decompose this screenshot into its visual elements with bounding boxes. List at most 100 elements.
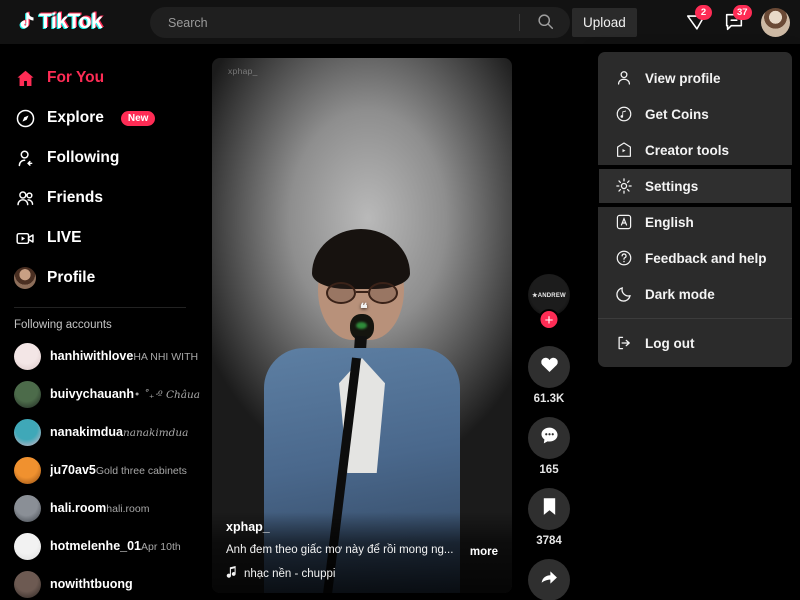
creator-tools-icon xyxy=(614,141,633,160)
sidebar-label-for-you: For You xyxy=(47,69,105,86)
sidebar-label-following: Following xyxy=(47,149,120,166)
account-avatar xyxy=(14,418,41,446)
sidebar-item-live[interactable]: LIVE xyxy=(0,218,200,258)
account-name: ju70av5 xyxy=(50,463,96,477)
sidebar-label-explore: Explore xyxy=(47,109,104,126)
avatar[interactable] xyxy=(761,7,790,37)
profile-avatar-icon xyxy=(14,267,36,289)
upload-button[interactable]: Upload xyxy=(572,8,637,37)
favorite-action: 3784 xyxy=(525,488,573,547)
inbox-button[interactable]: 2 xyxy=(685,5,712,33)
menu-item-english[interactable]: English xyxy=(598,204,792,240)
menu-item-feedback-and-help[interactable]: Feedback and help xyxy=(598,240,792,276)
live-video-icon xyxy=(14,227,36,249)
logo-text: TikTok xyxy=(38,9,104,34)
account-name: hotmelenhe_01 xyxy=(50,539,142,553)
music-title: nhạc nền - chuppi xyxy=(244,567,336,580)
menu-item-label: Creator tools xyxy=(645,142,730,158)
home-icon xyxy=(14,67,36,89)
account-name: nowithtbuong xyxy=(50,577,133,591)
search-icon xyxy=(537,13,554,33)
video-player[interactable]: xphap_ ❝ xphap_ Anh đem theo giấc mơ này… xyxy=(212,58,512,593)
video-feed: xphap_ ❝ xphap_ Anh đem theo giấc mơ này… xyxy=(212,58,512,593)
account-name: nanakimdua xyxy=(50,425,123,439)
creator-avatar-text: ★ANDREW xyxy=(532,292,566,299)
video-author[interactable]: xphap_ xyxy=(226,520,498,534)
message-icon xyxy=(723,13,745,37)
menu-item-log-out[interactable]: Log out xyxy=(598,325,792,361)
menu-item-label: Dark mode xyxy=(645,286,715,302)
sidebar: For You Explore New Following Friends LI… xyxy=(0,44,200,600)
language-icon xyxy=(614,213,633,232)
following-account-item[interactable]: hanhiwithloveHA NHI WITH LOVE xyxy=(0,337,200,375)
menu-item-label: Get Coins xyxy=(645,106,709,122)
account-name: hanhiwithlove xyxy=(50,349,134,363)
following-account-item[interactable]: buivychauanh•⁠ ⁠˚⁠₊⁠‧⁠º Châuanh xyxy=(0,375,200,413)
following-account-item[interactable]: nowithtbuong xyxy=(0,565,200,600)
sidebar-item-for-you[interactable]: For You xyxy=(0,58,200,98)
comment-action: 165 xyxy=(525,417,573,476)
share-button[interactable] xyxy=(528,559,570,600)
account-avatar xyxy=(14,532,41,560)
follow-button[interactable]: + xyxy=(538,309,560,330)
creator-avatar-wrap: ★ANDREW + xyxy=(528,274,570,330)
menu-item-label: English xyxy=(645,214,694,230)
account-subtitle: •⁠ ⁠˚⁠₊⁠‧⁠º Châuanh xyxy=(134,389,200,401)
inbox-badge: 2 xyxy=(695,5,712,20)
menu-item-label: View profile xyxy=(645,70,721,86)
paper-plane-icon xyxy=(685,15,707,37)
gear-icon xyxy=(614,177,633,196)
video-music[interactable]: nhạc nền - chuppi xyxy=(226,566,498,581)
like-button[interactable] xyxy=(528,346,570,388)
friends-icon xyxy=(14,187,36,209)
menu-item-dark-mode[interactable]: Dark mode xyxy=(598,276,792,312)
following-account-item[interactable]: nanakimduananakimdua xyxy=(0,413,200,451)
sidebar-item-explore[interactable]: Explore New xyxy=(0,98,200,138)
share-arrow-icon xyxy=(539,567,560,593)
menu-item-label: Log out xyxy=(645,335,695,351)
share-action: 1208 xyxy=(525,559,573,600)
search-button[interactable] xyxy=(520,7,570,38)
account-subtitle: HA NHI WITH LOVE xyxy=(133,351,200,363)
sidebar-item-profile[interactable]: Profile xyxy=(0,258,200,298)
video-caption-area: xphap_ Anh đem theo giấc mơ này để rồi m… xyxy=(212,512,512,593)
person-icon xyxy=(614,69,633,88)
menu-divider xyxy=(598,318,792,319)
following-accounts-list: hanhiwithloveHA NHI WITH LOVEbuivychauan… xyxy=(0,337,200,600)
following-account-item[interactable]: hotmelenhe_01Apr 10th xyxy=(0,527,200,565)
comment-button[interactable] xyxy=(528,417,570,459)
sidebar-label-friends: Friends xyxy=(47,189,103,206)
user-follow-icon xyxy=(14,147,36,169)
menu-item-get-coins[interactable]: Get Coins xyxy=(598,96,792,132)
compass-icon xyxy=(14,107,36,129)
account-avatar xyxy=(14,456,41,484)
question-circle-icon xyxy=(614,249,633,268)
search-input[interactable] xyxy=(150,15,519,30)
menu-item-creator-tools[interactable]: Creator tools xyxy=(598,132,792,168)
sidebar-item-following[interactable]: Following xyxy=(0,138,200,178)
search-bar[interactable] xyxy=(150,7,570,38)
following-account-item[interactable]: ju70av5Gold three cabinets xyxy=(0,451,200,489)
account-subtitle: Gold three cabinets xyxy=(95,465,187,477)
quote-overlay-icon: ❝ xyxy=(360,301,367,317)
following-account-item[interactable]: hali.roomhali.room xyxy=(0,489,200,527)
header-icon-group: 2 37 xyxy=(685,0,790,44)
tiktok-logo[interactable]: TikTok xyxy=(14,9,126,35)
profile-dropdown-menu: View profile Get Coins Creator tools Settin… xyxy=(595,52,795,367)
messages-button[interactable]: 37 xyxy=(723,5,752,33)
music-note-icon xyxy=(226,566,237,581)
account-avatar xyxy=(14,570,41,598)
favorite-button[interactable] xyxy=(528,488,570,530)
sidebar-item-friends[interactable]: Friends xyxy=(0,178,200,218)
menu-item-settings[interactable]: Settings xyxy=(595,165,795,207)
like-action: 61.3K xyxy=(525,346,573,405)
account-avatar xyxy=(14,494,41,522)
account-avatar xyxy=(14,380,41,408)
messages-badge: 37 xyxy=(733,5,752,20)
caption-more-button[interactable]: more xyxy=(470,546,498,558)
menu-item-view-profile[interactable]: View profile xyxy=(598,60,792,96)
favorite-count: 3784 xyxy=(536,535,562,547)
menu-item-label: Feedback and help xyxy=(645,250,767,266)
top-header: TikTok Upload 2 xyxy=(0,0,800,44)
video-watermark: xphap_ xyxy=(228,66,258,76)
